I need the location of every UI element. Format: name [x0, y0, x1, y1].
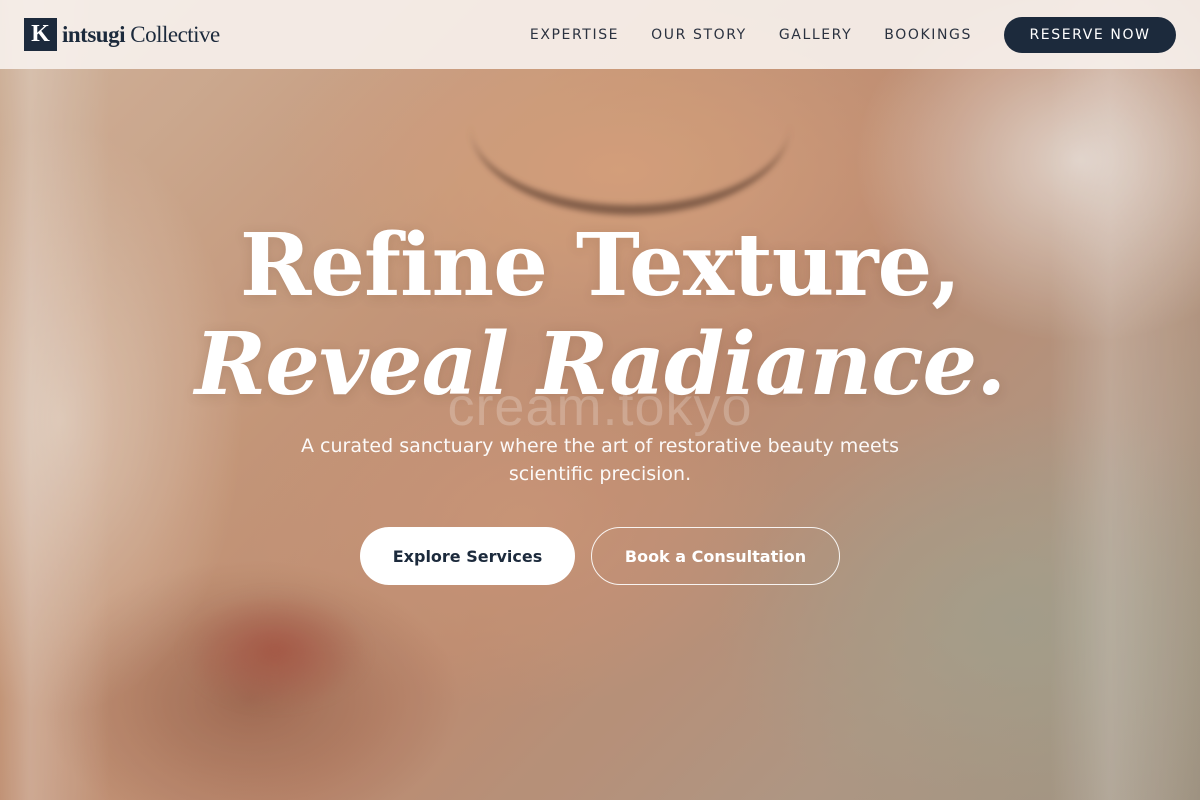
- hero-cta-row: Explore Services Book a Consultation: [0, 527, 1200, 585]
- explore-services-button[interactable]: Explore Services: [360, 527, 575, 585]
- hero-headline-line1: Refine Texture,: [239, 215, 961, 316]
- hero-section: Refine Texture, Reveal Radiance. A curat…: [0, 0, 1200, 800]
- hero-headline-line2: Reveal Radiance.: [194, 314, 1006, 415]
- hero-subtext: A curated sanctuary where the art of res…: [300, 435, 899, 485]
- book-consultation-button[interactable]: Book a Consultation: [591, 527, 840, 585]
